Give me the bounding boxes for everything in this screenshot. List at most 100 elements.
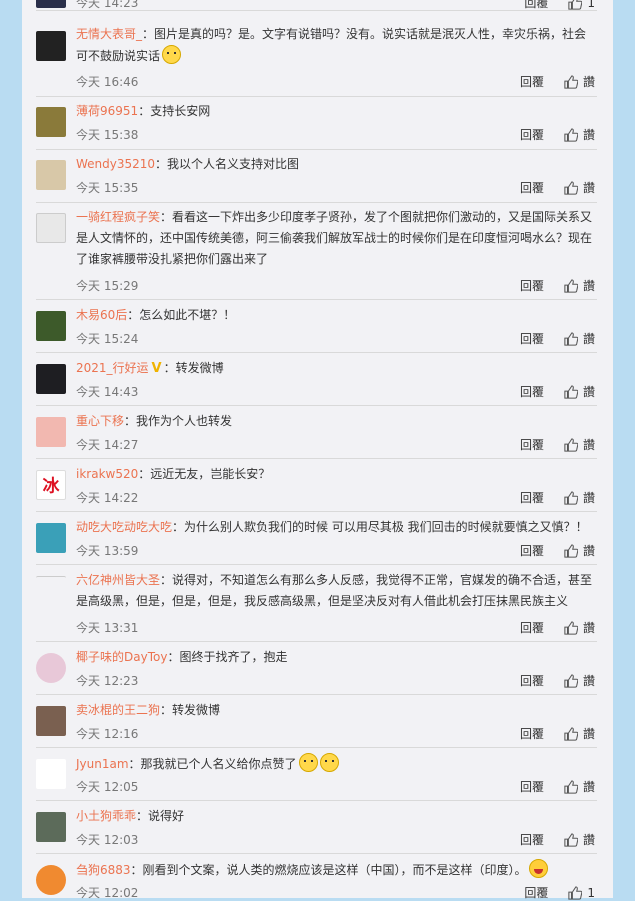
- comment-body: Jyun1am：那我就已个人名义给你点赞了: [76, 753, 596, 775]
- like-button[interactable]: 讚: [564, 179, 595, 196]
- like-label: 讚: [582, 128, 595, 142]
- avatar[interactable]: [36, 311, 66, 341]
- thumbs-up-icon: [564, 384, 578, 399]
- comment-actions: 回覆 讚: [520, 542, 595, 559]
- reply-button[interactable]: 回覆: [524, 884, 548, 901]
- thumbs-up-icon: [564, 490, 578, 505]
- comment-username[interactable]: 动吃大吃动吃大吃: [76, 520, 172, 534]
- comment-username[interactable]: 小土狗乖乖: [76, 809, 136, 823]
- reply-button[interactable]: 回覆: [520, 436, 544, 453]
- comment-actions: 回覆 讚: [520, 436, 595, 453]
- comment-time: 今天 14:23: [76, 0, 139, 10]
- avatar[interactable]: [36, 213, 66, 243]
- avatar[interactable]: [36, 417, 66, 447]
- reply-button[interactable]: 回覆: [524, 0, 548, 11]
- avatar[interactable]: [36, 107, 66, 137]
- reply-button[interactable]: 回覆: [520, 330, 544, 347]
- like-button[interactable]: 讚: [564, 831, 595, 848]
- reply-button[interactable]: 回覆: [520, 831, 544, 848]
- like-label: 讚: [582, 727, 595, 741]
- like-button[interactable]: 讚: [564, 619, 595, 636]
- avatar[interactable]: [36, 160, 66, 190]
- comment-username[interactable]: ikrakw520: [76, 467, 138, 481]
- comment-username[interactable]: Wendy35210: [76, 157, 155, 171]
- like-button[interactable]: 讚: [564, 672, 595, 689]
- verified-v-icon: V: [151, 361, 162, 376]
- comment-item: 无情大表哥_：图片是真的吗？是。文字有说错吗？没有。说实话就是泯灭人性，幸灾乐祸…: [36, 22, 597, 97]
- comment-text: ：刚看到个文案，说人类的燃烧应该是这样（中国），而不是这样（印度）。: [130, 863, 527, 877]
- like-button[interactable]: 讚: [564, 383, 595, 400]
- reply-button[interactable]: 回覆: [520, 542, 544, 559]
- like-label: 讚: [582, 75, 595, 89]
- like-button[interactable]: 讚: [564, 489, 595, 506]
- like-button[interactable]: 讚: [564, 126, 595, 143]
- comment-body: 六亿神州皆大圣：说得对，不知道怎么有那么多人反感，我觉得不正常，官媒发的确不合适…: [76, 570, 596, 612]
- reply-button[interactable]: 回覆: [520, 619, 544, 636]
- comment-text: ：那我就已个人名义给你点赞了: [128, 757, 297, 771]
- reply-button[interactable]: 回覆: [520, 778, 544, 795]
- comment-item: 薄荷96951：支持长安网 今天 15:38 回覆 讚: [36, 96, 597, 150]
- like-button[interactable]: 讚: [564, 436, 595, 453]
- like-label: 讚: [582, 833, 595, 847]
- avatar[interactable]: [36, 31, 66, 61]
- like-button[interactable]: 讚: [564, 330, 595, 347]
- reply-button[interactable]: 回覆: [520, 73, 544, 90]
- comment-username[interactable]: 椰子味的DayToy: [76, 650, 167, 664]
- comment-text: ：说得好: [136, 809, 185, 823]
- reply-button[interactable]: 回覆: [520, 277, 544, 294]
- comment-body: ikrakw520：远近无友，岂能长安？: [76, 464, 596, 485]
- comment-username[interactable]: 刍狗6883: [76, 863, 131, 877]
- thumbs-up-icon: [564, 726, 578, 741]
- comment-body: 卖冰棍的王二狗：转发微博: [76, 700, 596, 721]
- like-button[interactable]: 1: [568, 886, 595, 900]
- comment-body: 薄荷96951：支持长安网: [76, 101, 596, 122]
- comment-item: 椰子味的DayToy：图终于找齐了，抱走 今天 12:23 回覆 讚: [36, 641, 597, 695]
- avatar[interactable]: [36, 523, 66, 553]
- reply-button[interactable]: 回覆: [520, 725, 544, 742]
- like-button[interactable]: 讚: [564, 778, 595, 795]
- avatar[interactable]: [36, 865, 66, 895]
- comment-time: 今天 14:43: [76, 385, 139, 399]
- avatar[interactable]: [36, 364, 66, 394]
- avatar[interactable]: [36, 0, 66, 8]
- comment-actions: 回覆 讚: [520, 330, 595, 347]
- reply-button[interactable]: 回覆: [520, 672, 544, 689]
- comment-username[interactable]: 木易60后: [76, 308, 127, 322]
- like-button[interactable]: 讚: [564, 277, 595, 294]
- comment-username[interactable]: 薄荷96951: [76, 104, 138, 118]
- like-label: 讚: [582, 544, 595, 558]
- like-button[interactable]: 讚: [564, 73, 595, 90]
- avatar[interactable]: [36, 759, 66, 789]
- comment-body: 刍狗6883：刚看到个文案，说人类的燃烧应该是这样（中国），而不是这样（印度）。: [76, 859, 596, 881]
- like-button[interactable]: 讚: [564, 542, 595, 559]
- comment-username[interactable]: 无情大表哥_: [76, 27, 142, 41]
- comment-time: 今天 15:29: [76, 279, 139, 293]
- comment-username[interactable]: 卖冰棍的王二狗: [76, 703, 160, 717]
- comment-username[interactable]: 一骑红程疯子笑: [76, 210, 160, 224]
- comment-actions: 回覆 讚: [520, 383, 595, 400]
- comment-item: 卖冰棍的王二狗：转发微博 今天 12:16 回覆 讚: [36, 694, 597, 748]
- reply-button[interactable]: 回覆: [520, 383, 544, 400]
- reply-button[interactable]: 回覆: [520, 179, 544, 196]
- avatar[interactable]: [36, 653, 66, 683]
- like-button[interactable]: 讚: [564, 725, 595, 742]
- avatar[interactable]: [36, 576, 66, 607]
- avatar[interactable]: [36, 706, 66, 736]
- comment-time: 今天 14:27: [76, 438, 139, 452]
- like-button[interactable]: 1: [568, 0, 595, 10]
- comment-body: 无情大表哥_：图片是真的吗？是。文字有说错吗？没有。说实话就是泯灭人性，幸灾乐祸…: [76, 24, 596, 67]
- avatar[interactable]: [36, 812, 66, 842]
- comment-actions: 回覆 讚: [520, 126, 595, 143]
- comment-time: 今天 12:16: [76, 727, 139, 741]
- comment-username[interactable]: 2021_行好运: [76, 361, 149, 375]
- comment-actions: 回覆 讚: [520, 778, 595, 795]
- comment-time: 今天 12:02: [76, 886, 139, 900]
- reply-button[interactable]: 回覆: [520, 126, 544, 143]
- svg-text:冰: 冰: [43, 476, 60, 496]
- comment-username[interactable]: 六亿神州皆大圣: [76, 573, 160, 587]
- comment-username[interactable]: 重心下移: [76, 414, 124, 428]
- comment-username[interactable]: Jyun1am: [76, 757, 129, 771]
- avatar[interactable]: 冰: [36, 470, 66, 500]
- reply-button[interactable]: 回覆: [520, 489, 544, 506]
- thumbs-up-icon: [564, 620, 578, 635]
